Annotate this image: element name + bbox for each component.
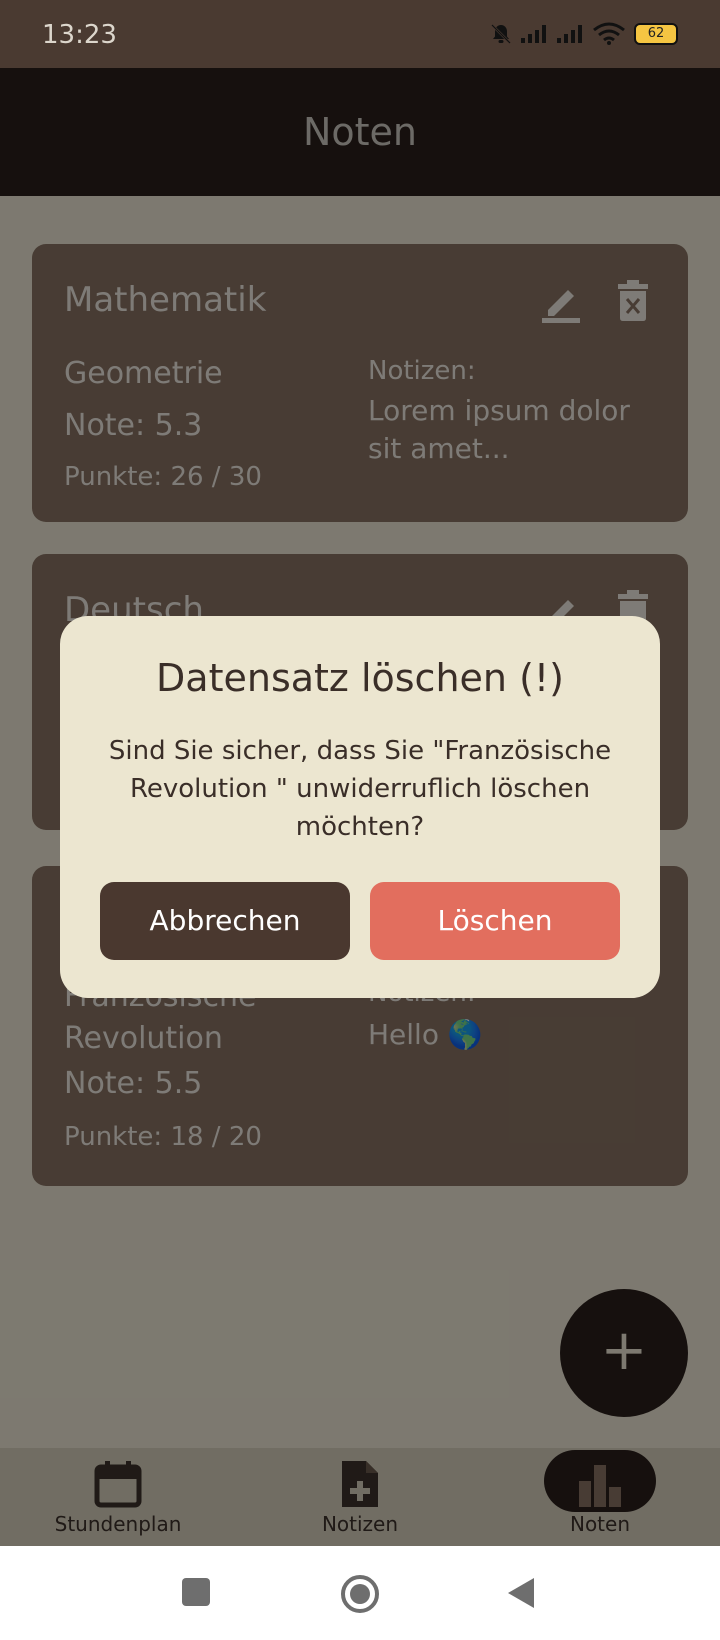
delete-button[interactable]: Löschen: [370, 882, 620, 960]
battery-icon: 62: [634, 23, 678, 45]
status-icons: 62: [490, 22, 678, 46]
signal-icon: [521, 25, 546, 43]
alarm-off-icon: [491, 24, 511, 44]
dialog-title: Datensatz löschen (!): [156, 656, 564, 700]
cancel-button[interactable]: Abbrechen: [100, 882, 350, 960]
status-bar: 13:23 62: [0, 0, 720, 68]
back-icon[interactable]: [506, 1576, 536, 1610]
status-time: 13:23: [42, 20, 117, 50]
dialog-message: Sind Sie sicher, dass Sie "Französische …: [108, 736, 612, 842]
delete-confirm-dialog: Datensatz löschen (!) Sind Sie sicher, d…: [60, 616, 660, 998]
home-icon[interactable]: [340, 1574, 380, 1614]
system-nav-bar: [0, 1546, 720, 1640]
recents-icon[interactable]: [182, 1578, 210, 1606]
signal-icon: [557, 25, 582, 43]
wifi-icon: [593, 22, 625, 45]
